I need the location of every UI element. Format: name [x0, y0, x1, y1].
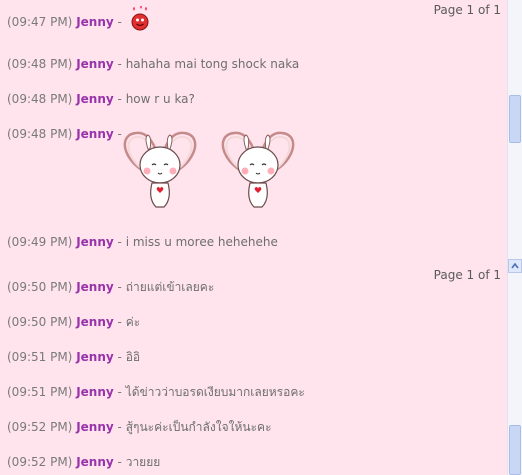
chat-message: (09:50 PM) Jenny - ค่ะ — [7, 313, 140, 332]
message-time: (09:48 PM) — [7, 92, 73, 106]
separator: - — [117, 350, 122, 364]
message-time: (09:52 PM) — [7, 420, 73, 434]
message-time: (09:52 PM) — [7, 455, 73, 469]
separator: - — [117, 385, 122, 399]
chat-message: (09:47 PM) Jenny - — [7, 6, 152, 37]
chat-message: (09:48 PM) Jenny - — [7, 127, 122, 141]
message-time: (09:48 PM) — [7, 57, 73, 71]
message-time: (09:50 PM) — [7, 315, 73, 329]
separator: - — [117, 455, 122, 469]
message-text: สู้ๆนะค่ะเป็นกำลังใจให้นะคะ — [125, 420, 272, 434]
separator: - — [117, 57, 122, 71]
scrollbar-thumb[interactable] — [509, 95, 521, 144]
chat-message: (09:52 PM) Jenny - สู้ๆนะค่ะเป็นกำลังใจใ… — [7, 418, 272, 437]
page-indicator: Page 1 of 1 — [433, 268, 501, 282]
sender-name: Jenny — [76, 350, 114, 364]
message-time: (09:51 PM) — [7, 350, 73, 364]
separator: - — [117, 280, 122, 294]
message-text: ได้ข่าวว่าบอรดเงียบมากเลยหรอคะ — [125, 385, 305, 399]
chat-log-pane-1: Page 1 of 1 (09:47 PM) Jenny - (09:48 PM… — [0, 0, 522, 257]
chat-message: (09:49 PM) Jenny - i miss u moree hehehe… — [7, 235, 278, 249]
message-time: (09:50 PM) — [7, 280, 73, 294]
message-text: i miss u moree hehehehe — [125, 235, 278, 249]
scroll-up-button[interactable] — [508, 259, 522, 273]
sender-name: Jenny — [76, 420, 114, 434]
message-time: (09:47 PM) — [7, 15, 73, 29]
message-text: วายยย — [125, 455, 161, 469]
sender-name: Jenny — [76, 92, 114, 106]
message-text: ถ่ายแต่เข้าเลยคะ — [125, 280, 215, 294]
message-time: (09:48 PM) — [7, 127, 73, 141]
separator: - — [117, 235, 122, 249]
chat-message: (09:51 PM) Jenny - อิอิ — [7, 348, 140, 367]
sender-name: Jenny — [76, 315, 114, 329]
message-time: (09:49 PM) — [7, 235, 73, 249]
sender-name: Jenny — [76, 57, 114, 71]
chat-message: (09:50 PM) Jenny - ถ่ายแต่เข้าเลยคะ — [7, 278, 214, 297]
chat-message: (09:51 PM) Jenny - ได้ข่าวว่าบอรดเงียบมา… — [7, 383, 305, 402]
scrollbar-thumb[interactable] — [509, 425, 521, 475]
chevron-up-icon — [511, 263, 519, 269]
sender-name: Jenny — [76, 15, 114, 29]
chat-message: (09:52 PM) Jenny - วายยย — [7, 453, 160, 472]
sender-name: Jenny — [76, 127, 114, 141]
separator: - — [117, 15, 122, 29]
sender-name: Jenny — [76, 235, 114, 249]
vertical-scrollbar[interactable] — [507, 0, 522, 257]
separator: - — [117, 92, 122, 106]
red-smiley-hearts-icon — [128, 6, 152, 35]
message-text: ค่ะ — [125, 315, 141, 329]
chat-message: (09:48 PM) Jenny - how r u ka? — [7, 92, 195, 106]
separator: - — [117, 315, 122, 329]
message-time: (09:51 PM) — [7, 385, 73, 399]
chat-log-pane-2: Page 1 of 1 (09:50 PM) Jenny - ถ่ายแต่เข… — [0, 257, 522, 475]
message-text: อิอิ — [125, 350, 141, 364]
sender-name: Jenny — [76, 280, 114, 294]
chat-message: (09:48 PM) Jenny - hahaha mai tong shock… — [7, 57, 299, 71]
sender-name: Jenny — [76, 385, 114, 399]
sender-name: Jenny — [76, 455, 114, 469]
bunny-heart-ears-icon — [116, 131, 302, 218]
page-indicator: Page 1 of 1 — [433, 3, 501, 17]
vertical-scrollbar[interactable] — [507, 257, 522, 475]
message-text: hahaha mai tong shock naka — [125, 57, 300, 71]
separator: - — [117, 420, 122, 434]
message-text: how r u ka? — [125, 92, 195, 106]
